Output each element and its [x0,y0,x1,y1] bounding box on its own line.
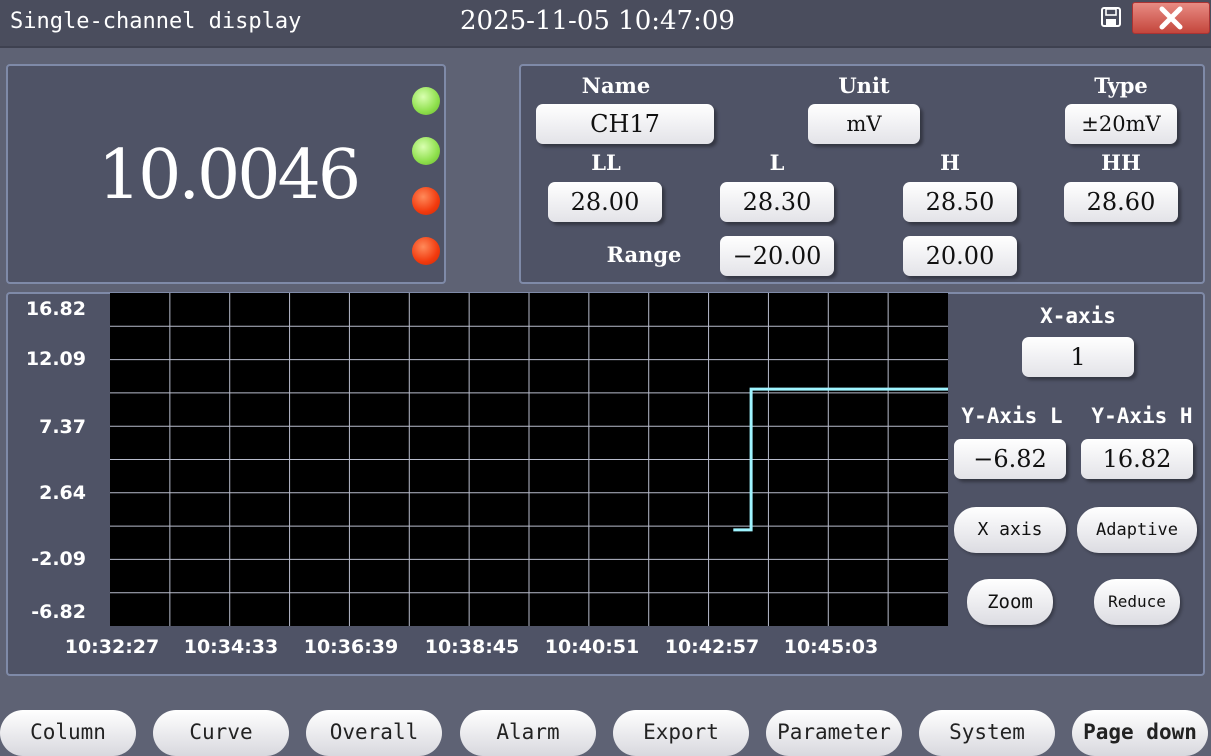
h-indicator [412,187,440,215]
range-high-field[interactable]: 20.00 [903,236,1017,276]
hh-indicator [412,237,440,265]
nav-column-button[interactable]: Column [0,710,136,756]
nav-alarm-button[interactable]: Alarm [460,710,596,756]
y-tick-label: 16.82 [25,298,86,320]
title-bar: Single-channel display 2025-11-05 10:47:… [0,0,1211,48]
current-reading: 10.0046 [97,136,361,215]
x-tick-label: 10:45:03 [783,636,879,658]
y-axis-h-field[interactable]: 16.82 [1081,439,1193,479]
unit-field[interactable]: mV [808,104,920,144]
h-label: H [940,150,960,175]
x-axis-field[interactable]: 1 [1022,337,1134,377]
datetime: 2025-11-05 10:47:09 [460,6,735,36]
close-icon [1159,6,1183,30]
nav-parameter-button[interactable]: Parameter [766,710,902,756]
x-tick-label: 10:38:45 [424,636,520,658]
nav-curve-button[interactable]: Curve [153,710,289,756]
type-label: Type [1094,73,1148,98]
nav-page-down-button[interactable]: Page down [1072,710,1208,756]
y-tick-label: 2.64 [39,482,86,504]
app-title: Single-channel display [10,9,302,34]
name-field[interactable]: CH17 [536,104,714,144]
close-button[interactable] [1132,2,1210,34]
h-field[interactable]: 28.50 [903,182,1017,222]
ll-field[interactable]: 28.00 [548,182,662,222]
x-tick-label: 10:42:57 [664,636,760,658]
ll-indicator [412,87,440,115]
nav-system-button[interactable]: System [919,710,1055,756]
name-label: Name [581,73,651,98]
zoom-button[interactable]: Zoom [967,579,1053,625]
x-tick-label: 10:36:39 [303,636,399,658]
nav-overall-button[interactable]: Overall [306,710,442,756]
hh-field[interactable]: 28.60 [1064,182,1178,222]
range-low-field[interactable]: −20.00 [720,236,834,276]
reduce-button[interactable]: Reduce [1094,579,1180,625]
y-tick-label: 12.09 [25,348,86,370]
l-label: L [769,150,785,175]
y-tick-label: -2.09 [31,548,86,570]
save-icon[interactable] [1100,6,1122,28]
l-field[interactable]: 28.30 [720,182,834,222]
x-tick-label: 10:34:33 [183,636,279,658]
y-axis-l-label: Y-Axis L [961,404,1063,428]
x-tick-label: 10:40:51 [544,636,640,658]
channel-panel: Name Unit Type CH17 mV ±20mV LL L H HH 2… [519,64,1205,284]
y-axis-h-label: Y-Axis H [1091,404,1193,428]
y-tick-label: -6.82 [31,601,86,623]
reading-panel: 10.0046 [6,64,446,284]
range-label: Range [606,242,682,267]
y-tick-label: 7.37 [39,416,86,438]
nav-export-button[interactable]: Export [613,710,749,756]
x-axis-button[interactable]: X axis [954,507,1066,553]
hh-label: HH [1101,150,1141,175]
y-axis-l-field[interactable]: −6.82 [954,439,1066,479]
ll-label: LL [591,150,621,175]
x-axis-label: X-axis [1040,304,1116,328]
x-tick-label: 10:32:27 [64,636,160,658]
adaptive-button[interactable]: Adaptive [1077,507,1197,553]
unit-label: Unit [838,73,890,98]
type-field[interactable]: ±20mV [1065,104,1177,144]
trend-chart[interactable] [110,293,948,626]
l-indicator [412,137,440,165]
